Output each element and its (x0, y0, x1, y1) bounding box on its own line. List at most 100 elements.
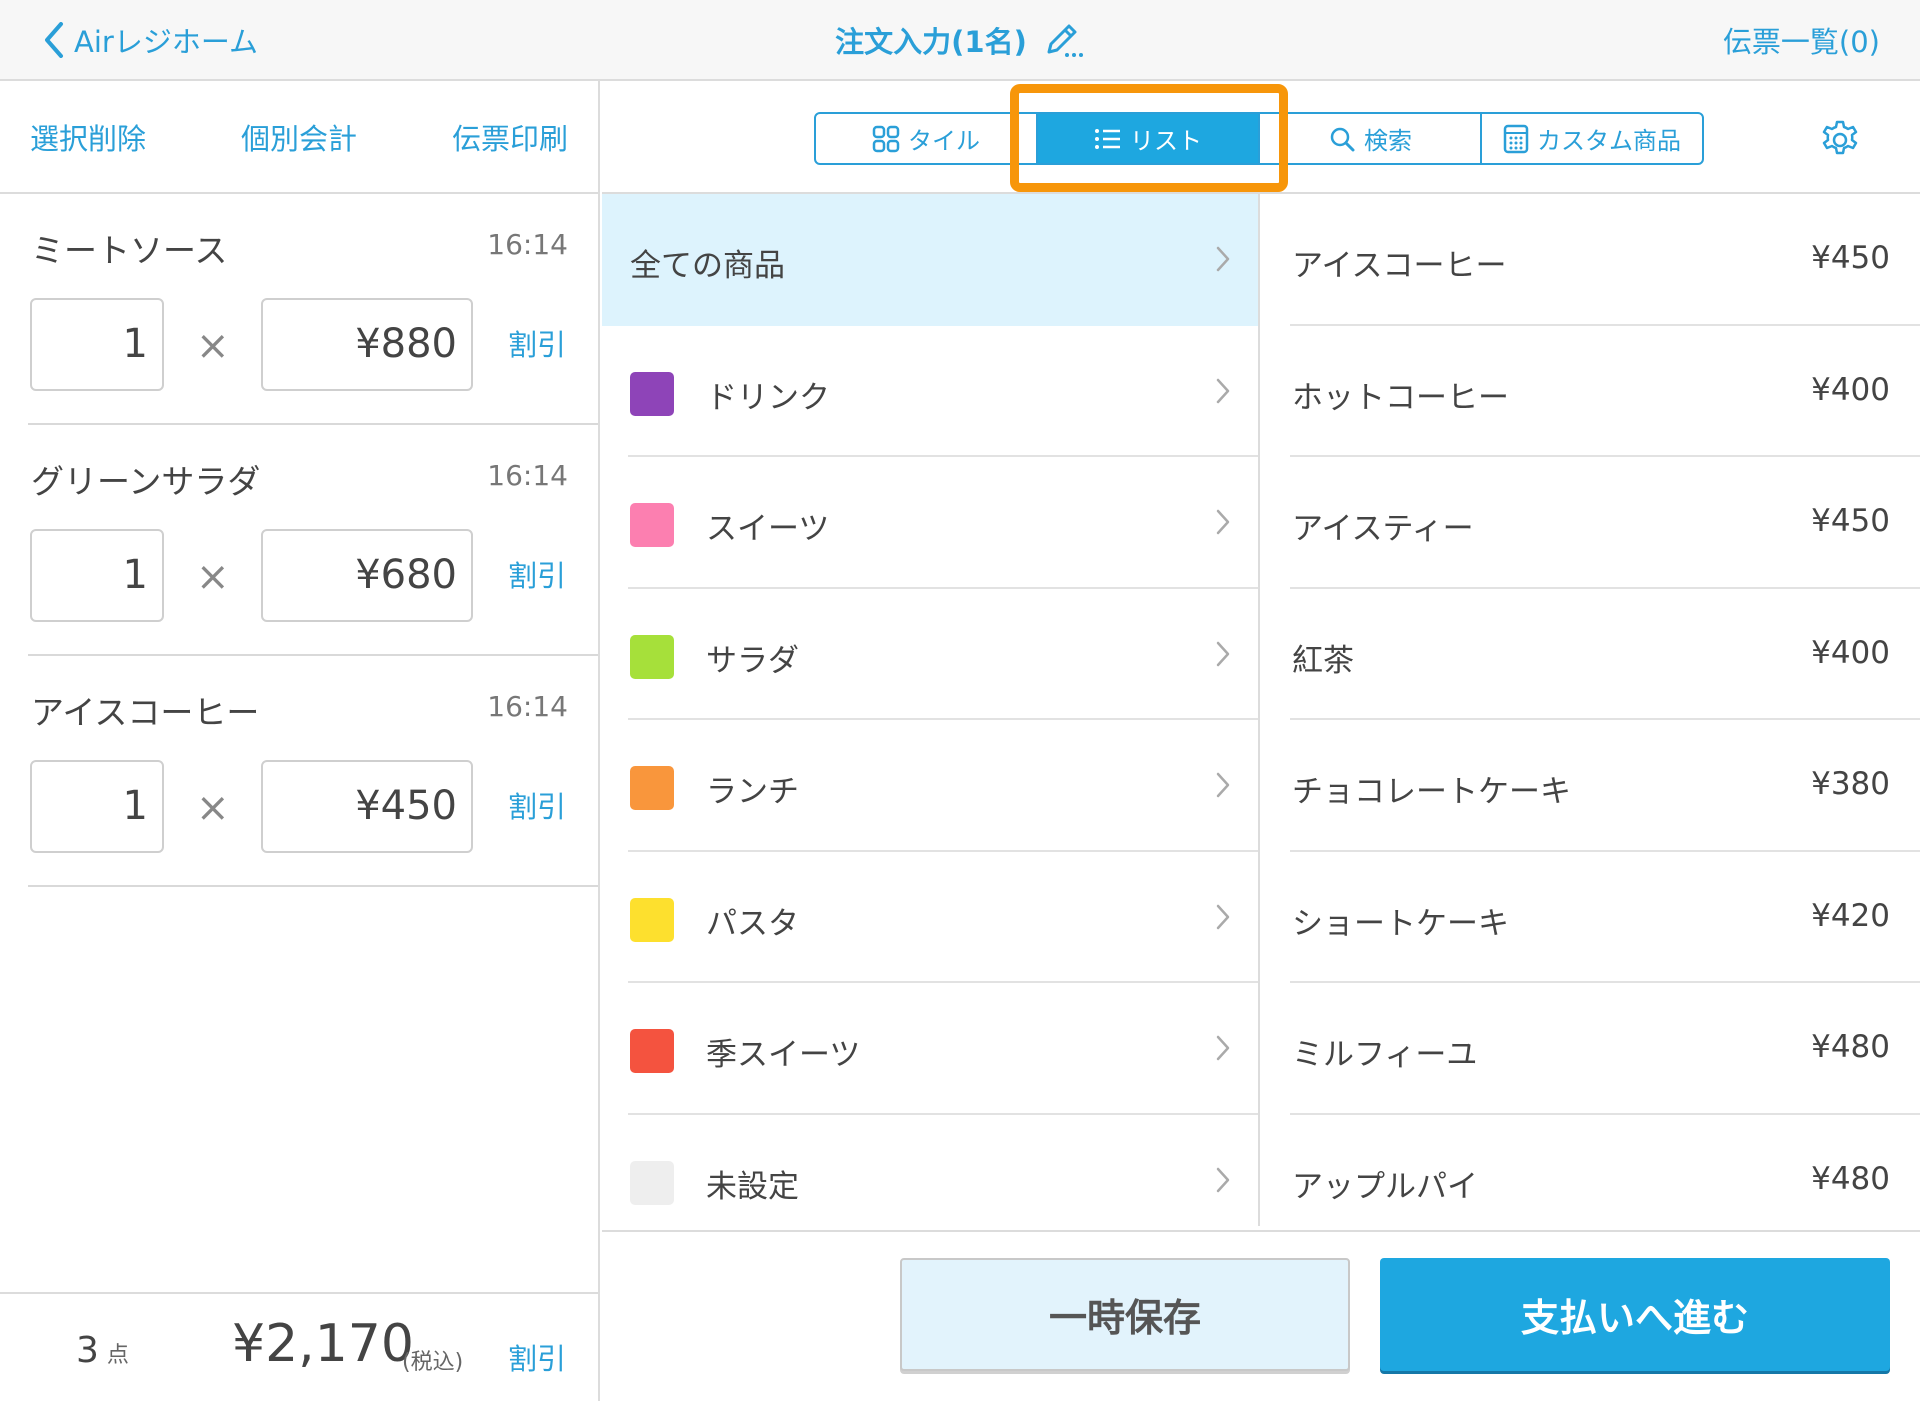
order-item-name: ミートソース (31, 231, 228, 270)
order-actions: 選択削除 個別会計 伝票印刷 (0, 81, 598, 194)
total-discount-button[interactable]: 割引 (508, 1336, 566, 1378)
chevron-right-icon (1216, 772, 1230, 798)
discount-button[interactable]: 割引 (508, 784, 566, 826)
slip-list-button[interactable]: 伝票一覧(0) (1723, 18, 1880, 62)
view-switcher-bar: タイル リスト 検索 カスタム商品 (602, 81, 1920, 194)
tab-search[interactable]: 検索 (1260, 114, 1482, 163)
product-price: ¥450 (1811, 240, 1890, 276)
category-color-swatch (630, 371, 674, 416)
tab-search-label: 検索 (1364, 127, 1412, 155)
highlight-frame (1010, 84, 1288, 192)
product-name: アイスティー (1292, 511, 1474, 547)
category-color-swatch (630, 766, 674, 810)
product-price: ¥400 (1811, 634, 1890, 671)
category-color-swatch (630, 634, 674, 679)
product-item[interactable]: ショートケーキ ¥420 (1262, 852, 1920, 983)
chevron-left-icon (45, 22, 63, 58)
print-slip-button[interactable]: 伝票印刷 (452, 116, 568, 158)
product-price: ¥420 (1811, 897, 1890, 934)
product-panel: タイル リスト 検索 カスタム商品 全ての商品 ドリンク スイーツ サラダ ラン… (602, 81, 1920, 1401)
category-color-swatch (630, 1029, 674, 1073)
price-field[interactable]: ¥450 (261, 760, 473, 853)
chevron-right-icon (1216, 1167, 1230, 1192)
order-item[interactable]: グリーンサラダ 16:14 1 × ¥680 割引 (28, 425, 598, 656)
category-label: 季スイーツ (706, 1037, 861, 1073)
proceed-to-payment-button[interactable]: 支払いへ進む (1380, 1258, 1890, 1371)
price-field[interactable]: ¥880 (261, 298, 473, 391)
page-title-area: 注文入力(1名) (0, 18, 1920, 62)
product-price: ¥480 (1811, 1029, 1890, 1065)
product-price: ¥400 (1811, 371, 1890, 408)
category-label: ドリンク (706, 379, 830, 416)
chevron-right-icon (1216, 904, 1230, 929)
category-item[interactable]: ランチ (602, 720, 1258, 852)
discount-button[interactable]: 割引 (508, 322, 566, 364)
category-label: 未設定 (706, 1168, 799, 1205)
category-item[interactable]: 未設定 (602, 1115, 1258, 1247)
tab-tile-label: タイル (908, 127, 980, 155)
item-count-unit: 点 (106, 1343, 129, 1368)
order-item-time: 16:14 (487, 690, 568, 723)
product-item[interactable]: ミルフィーユ ¥480 (1262, 983, 1920, 1115)
category-label: サラダ (706, 642, 799, 679)
product-name: アップルパイ (1292, 1168, 1478, 1205)
chevron-right-icon (1216, 246, 1230, 272)
product-item[interactable]: アイスコーヒー ¥450 (1262, 194, 1920, 326)
category-item[interactable]: ドリンク (602, 326, 1258, 457)
category-item[interactable]: 全ての商品 (602, 194, 1258, 326)
multiply-icon: × (196, 323, 230, 369)
order-item-name: アイスコーヒー (31, 693, 260, 732)
category-color-swatch (630, 503, 674, 547)
gear-icon[interactable] (1818, 118, 1862, 162)
back-label: Airレジホーム (74, 25, 258, 59)
chevron-right-icon (1216, 1035, 1230, 1061)
tab-custom-product[interactable]: カスタム商品 (1482, 114, 1702, 163)
temporary-save-button[interactable]: 一時保存 (900, 1258, 1350, 1371)
delete-selected-button[interactable]: 選択削除 (30, 116, 146, 158)
grid-icon (872, 125, 900, 152)
quantity-field[interactable]: 1 (30, 298, 164, 391)
product-item[interactable]: チョコレートケーキ ¥380 (1262, 720, 1920, 852)
multiply-icon: × (196, 554, 230, 600)
category-label: スイーツ (706, 511, 830, 547)
item-count: 3点 (76, 1330, 129, 1371)
product-name: チョコレートケーキ (1292, 774, 1571, 810)
product-name: ミルフィーユ (1292, 1037, 1478, 1073)
category-color-swatch (630, 897, 674, 942)
category-label: パスタ (706, 905, 799, 942)
tax-note: (税込) (402, 1350, 464, 1375)
category-label: 全ての商品 (630, 248, 785, 284)
category-item[interactable]: パスタ (602, 852, 1258, 983)
discount-button[interactable]: 割引 (508, 553, 566, 595)
order-item-name: グリーンサラダ (31, 462, 261, 501)
product-price: ¥450 (1811, 503, 1890, 539)
item-count-value: 3 (76, 1330, 99, 1371)
search-icon (1330, 127, 1355, 151)
product-item[interactable]: アップルパイ ¥480 (1262, 1115, 1920, 1247)
quantity-field[interactable]: 1 (30, 529, 164, 622)
chevron-right-icon (1216, 641, 1230, 666)
category-item[interactable]: スイーツ (602, 457, 1258, 589)
product-list: アイスコーヒー ¥450 ホットコーヒー ¥400 アイスティー ¥450 紅茶 ¥400 チョ… (1262, 194, 1920, 1226)
chevron-right-icon (1216, 509, 1230, 535)
order-item[interactable]: アイスコーヒー 16:14 1 × ¥450 割引 (28, 656, 598, 887)
back-button[interactable]: Airレジホーム (44, 18, 258, 62)
category-item[interactable]: 季スイーツ (602, 983, 1258, 1115)
product-item[interactable]: アイスティー ¥450 (1262, 457, 1920, 589)
order-panel: 選択削除 個別会計 伝票印刷 ミートソース 16:14 1 × ¥880 割引 … (0, 81, 600, 1401)
product-item[interactable]: ホットコーヒー ¥400 (1262, 326, 1920, 457)
product-item[interactable]: 紅茶 ¥400 (1262, 589, 1920, 720)
order-item[interactable]: ミートソース 16:14 1 × ¥880 割引 (28, 194, 598, 425)
price-field[interactable]: ¥680 (261, 529, 473, 622)
order-item-time: 16:14 (487, 228, 568, 261)
quantity-field[interactable]: 1 (30, 760, 164, 853)
product-name: 紅茶 (1292, 642, 1354, 679)
product-price: ¥480 (1811, 1160, 1890, 1197)
tab-tile[interactable]: タイル (816, 114, 1038, 163)
product-name: アイスコーヒー (1292, 248, 1507, 284)
split-bill-button[interactable]: 個別会計 (241, 116, 357, 158)
page-title: 注文入力(1名) (835, 25, 1027, 59)
chevron-right-icon (1216, 378, 1230, 403)
edit-pencil-icon[interactable] (1043, 20, 1085, 60)
category-item[interactable]: サラダ (602, 589, 1258, 720)
